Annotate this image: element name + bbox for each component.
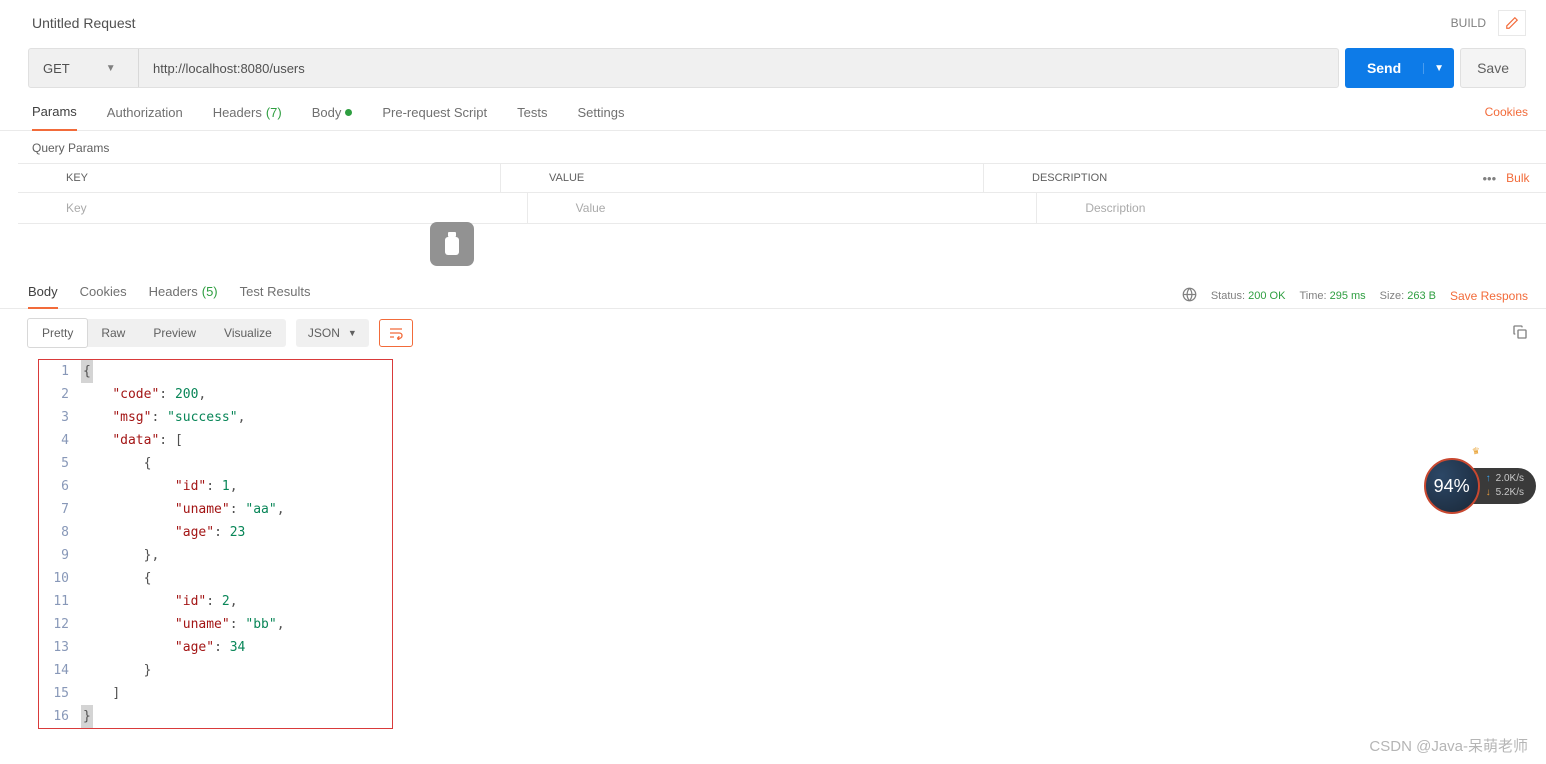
http-method-value: GET bbox=[43, 61, 70, 76]
tab-prerequest[interactable]: Pre-request Script bbox=[382, 104, 487, 130]
col-key: KEY bbox=[18, 164, 501, 192]
resp-headers-count: (5) bbox=[202, 284, 218, 300]
globe-icon[interactable] bbox=[1182, 287, 1197, 305]
params-empty-row[interactable]: Key Value Description bbox=[18, 193, 1546, 224]
network-speed-widget[interactable]: ♛ 94% ↑2.0K/s ↓5.2K/s bbox=[1424, 458, 1536, 514]
more-options-icon[interactable]: ••• bbox=[1483, 171, 1497, 186]
download-speed: 5.2K/s bbox=[1496, 486, 1524, 500]
arrow-down-icon: ↓ bbox=[1486, 486, 1491, 500]
send-button[interactable]: Send ▼ bbox=[1345, 48, 1454, 88]
http-method-select[interactable]: GET ▼ bbox=[29, 49, 139, 87]
vip-badge-icon: ♛ bbox=[1471, 445, 1481, 457]
usb-device-icon bbox=[430, 222, 474, 266]
tab-authorization[interactable]: Authorization bbox=[107, 104, 183, 130]
url-input[interactable] bbox=[139, 49, 1338, 87]
watermark: CSDN @Java-呆萌老师 bbox=[1369, 735, 1528, 756]
wrap-lines-button[interactable] bbox=[379, 319, 413, 347]
viewer-raw[interactable]: Raw bbox=[87, 319, 139, 347]
query-params-label: Query Params bbox=[0, 131, 1546, 163]
arrow-up-icon: ↑ bbox=[1486, 472, 1491, 486]
build-label: BUILD bbox=[1451, 16, 1486, 30]
wrap-icon bbox=[388, 326, 404, 340]
cookies-link[interactable]: Cookies bbox=[1485, 105, 1528, 129]
col-description: DESCRIPTION bbox=[984, 164, 1466, 192]
save-response-link[interactable]: Save Respons bbox=[1450, 289, 1528, 303]
bulk-edit-link[interactable]: Bulk bbox=[1506, 171, 1529, 185]
viewer-visualize[interactable]: Visualize bbox=[210, 319, 286, 347]
description-placeholder[interactable]: Description bbox=[1037, 193, 1546, 223]
chevron-down-icon: ▼ bbox=[106, 63, 116, 74]
status-meta: Status: 200 OK bbox=[1211, 290, 1286, 302]
viewer-preview[interactable]: Preview bbox=[139, 319, 210, 347]
value-placeholder[interactable]: Value bbox=[528, 193, 1038, 223]
resp-tab-body[interactable]: Body bbox=[28, 284, 58, 309]
body-active-dot-icon bbox=[345, 109, 352, 116]
pencil-icon bbox=[1505, 16, 1519, 30]
edit-button[interactable] bbox=[1498, 10, 1526, 36]
response-body-code[interactable]: 1{2 "code": 200,3 "msg": "success",4 "da… bbox=[38, 359, 393, 729]
key-placeholder[interactable]: Key bbox=[18, 193, 528, 223]
percent-value: 94% bbox=[1434, 476, 1470, 497]
request-title: Untitled Request bbox=[32, 15, 1451, 31]
viewer-pretty[interactable]: Pretty bbox=[27, 318, 88, 348]
size-meta: Size: 263 B bbox=[1380, 290, 1436, 302]
headers-count-badge: (7) bbox=[266, 105, 282, 120]
chevron-down-icon: ▼ bbox=[348, 328, 357, 338]
tab-body[interactable]: Body bbox=[312, 104, 353, 130]
resp-tab-testresults[interactable]: Test Results bbox=[240, 284, 311, 308]
params-table: KEY VALUE DESCRIPTION ••• Bulk Key Value… bbox=[18, 163, 1546, 224]
format-select[interactable]: JSON ▼ bbox=[296, 319, 369, 347]
copy-button[interactable] bbox=[1512, 324, 1528, 343]
chevron-down-icon[interactable]: ▼ bbox=[1423, 63, 1454, 74]
copy-icon bbox=[1512, 324, 1528, 340]
tab-settings[interactable]: Settings bbox=[577, 104, 624, 130]
save-button[interactable]: Save bbox=[1460, 48, 1526, 88]
tab-tests[interactable]: Tests bbox=[517, 104, 547, 130]
tab-params[interactable]: Params bbox=[32, 104, 77, 131]
time-meta: Time: 295 ms bbox=[1299, 290, 1365, 302]
resp-tab-cookies[interactable]: Cookies bbox=[80, 284, 127, 308]
upload-speed: 2.0K/s bbox=[1496, 472, 1524, 486]
tab-headers[interactable]: Headers (7) bbox=[213, 104, 282, 130]
col-value: VALUE bbox=[501, 164, 984, 192]
resp-tab-headers[interactable]: Headers (5) bbox=[149, 284, 218, 308]
